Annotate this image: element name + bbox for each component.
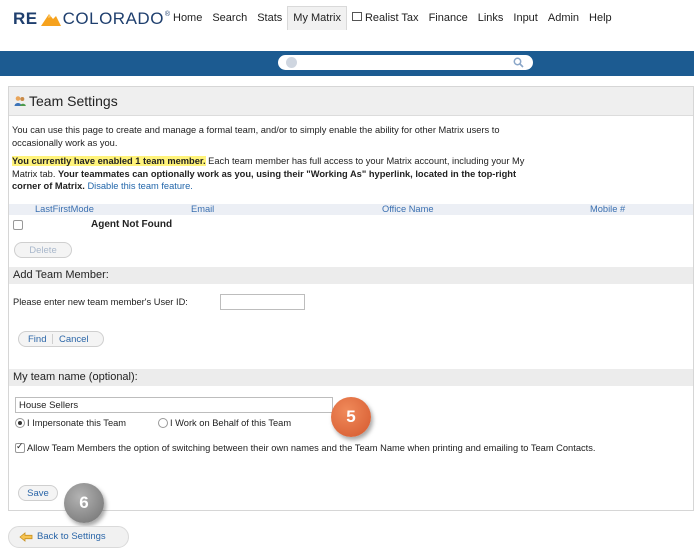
table-row-agent-name: Agent Not Found xyxy=(91,219,173,230)
logo-mountain-icon xyxy=(40,14,61,26)
logo-text-right: COLORADO xyxy=(62,9,164,28)
nav-my-matrix[interactable]: My Matrix xyxy=(287,5,347,30)
logo-text-left: RE xyxy=(13,9,38,28)
speed-bar-input[interactable] xyxy=(278,55,533,70)
nav-input[interactable]: Input xyxy=(508,8,542,28)
team-table-header: LastFirstMode Email Office Name Mobile # xyxy=(9,204,693,215)
back-to-settings-label: Back to Settings xyxy=(37,531,106,542)
col-email[interactable]: Email xyxy=(191,204,214,214)
cancel-button[interactable]: Cancel xyxy=(59,332,89,348)
team-status-text: You currently have enabled 1 team member… xyxy=(12,155,532,193)
page-title: Team Settings xyxy=(29,93,118,109)
col-office-name[interactable]: Office Name xyxy=(382,204,434,214)
user-id-label: Please enter new team member's User ID: xyxy=(13,297,188,307)
team-count-highlight: You currently have enabled 1 team member… xyxy=(12,156,206,166)
nav-help[interactable]: Help xyxy=(584,8,617,28)
disable-team-link[interactable]: Disable this team feature. xyxy=(87,181,192,191)
allow-switching-label: Allow Team Members the option of switchi… xyxy=(27,443,596,453)
nav-admin[interactable]: Admin xyxy=(543,8,584,28)
button-divider xyxy=(52,334,53,344)
nav-realist-tax[interactable]: Realist Tax xyxy=(347,8,424,28)
panel-header: Team Settings xyxy=(9,87,693,116)
radio-impersonate[interactable] xyxy=(15,418,25,428)
nav-stats[interactable]: Stats xyxy=(252,8,287,28)
save-button[interactable]: Save xyxy=(18,485,58,501)
add-member-heading: Add Team Member: xyxy=(9,267,693,284)
radio-work-on-behalf-label: I Work on Behalf of this Team xyxy=(170,418,292,428)
allow-switching-checkbox[interactable] xyxy=(15,441,25,453)
radio-work-on-behalf[interactable] xyxy=(158,418,168,428)
intro-text: You can use this page to create and mana… xyxy=(12,125,500,148)
nav-realist-tax-label: Realist Tax xyxy=(364,11,419,24)
back-to-settings-button[interactable]: Back to Settings xyxy=(8,526,129,548)
team-name-heading: My team name (optional): xyxy=(9,369,693,386)
nav-search[interactable]: Search xyxy=(207,8,252,28)
find-cancel-group: Find Cancel xyxy=(18,331,104,347)
nav-home[interactable]: Home xyxy=(168,8,207,28)
radio-impersonate-label: I Impersonate this Team xyxy=(27,418,127,428)
callout-5-badge: 5 xyxy=(331,397,371,437)
col-mobile[interactable]: Mobile # xyxy=(590,204,625,214)
nav-links[interactable]: Links xyxy=(473,8,509,28)
row-select-checkbox[interactable] xyxy=(13,220,23,230)
team-icon xyxy=(14,96,26,106)
find-button[interactable]: Find xyxy=(28,332,46,348)
external-window-icon xyxy=(351,11,362,21)
speedbar-help-icon[interactable] xyxy=(286,57,297,68)
delete-button[interactable]: Delete xyxy=(14,242,72,258)
search-icon[interactable] xyxy=(513,57,524,68)
col-lastfirstmode[interactable]: LastFirstMode xyxy=(35,204,94,214)
team-name-input[interactable] xyxy=(15,397,333,413)
nav-finance[interactable]: Finance xyxy=(424,8,473,28)
user-id-input[interactable] xyxy=(220,294,305,310)
top-navigation: RE COLORADO ® Home Search Stats My Matri… xyxy=(0,0,694,38)
team-settings-panel: Team Settings You can use this page to c… xyxy=(8,86,694,511)
back-arrow-icon xyxy=(19,532,33,542)
main-menu: Home Search Stats My Matrix Realist Tax … xyxy=(168,5,617,30)
callout-6-badge: 6 xyxy=(64,483,104,523)
recolorado-logo[interactable]: RE COLORADO ® xyxy=(13,9,171,29)
